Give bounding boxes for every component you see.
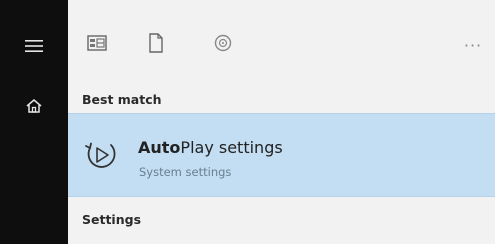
apps-filter-button[interactable] [82,30,112,60]
web-filter-button[interactable] [208,30,238,60]
more-icon: ··· [463,35,483,55]
autoplay-settings-result[interactable]: AutoPlay settings System settings [68,113,495,197]
result-title-rest: Play settings [180,138,283,157]
result-title-bold: Auto [138,138,181,157]
documents-icon [148,33,164,57]
settings-heading: Settings [82,212,142,227]
home-icon [26,98,42,114]
best-match-heading: Best match [82,92,162,107]
search-filter-bar: ··· [68,0,495,88]
documents-filter-button[interactable] [141,30,171,60]
autoplay-icon [82,136,120,174]
apps-icon [87,35,107,55]
hamburger-menu-icon [25,39,43,53]
left-rail [0,0,68,244]
result-subtitle: System settings [139,165,232,179]
web-icon [214,34,232,56]
result-title: AutoPlay settings [138,138,283,157]
hamburger-menu-button[interactable] [0,22,68,70]
home-button[interactable] [0,82,68,130]
more-options-button[interactable]: ··· [458,30,488,60]
